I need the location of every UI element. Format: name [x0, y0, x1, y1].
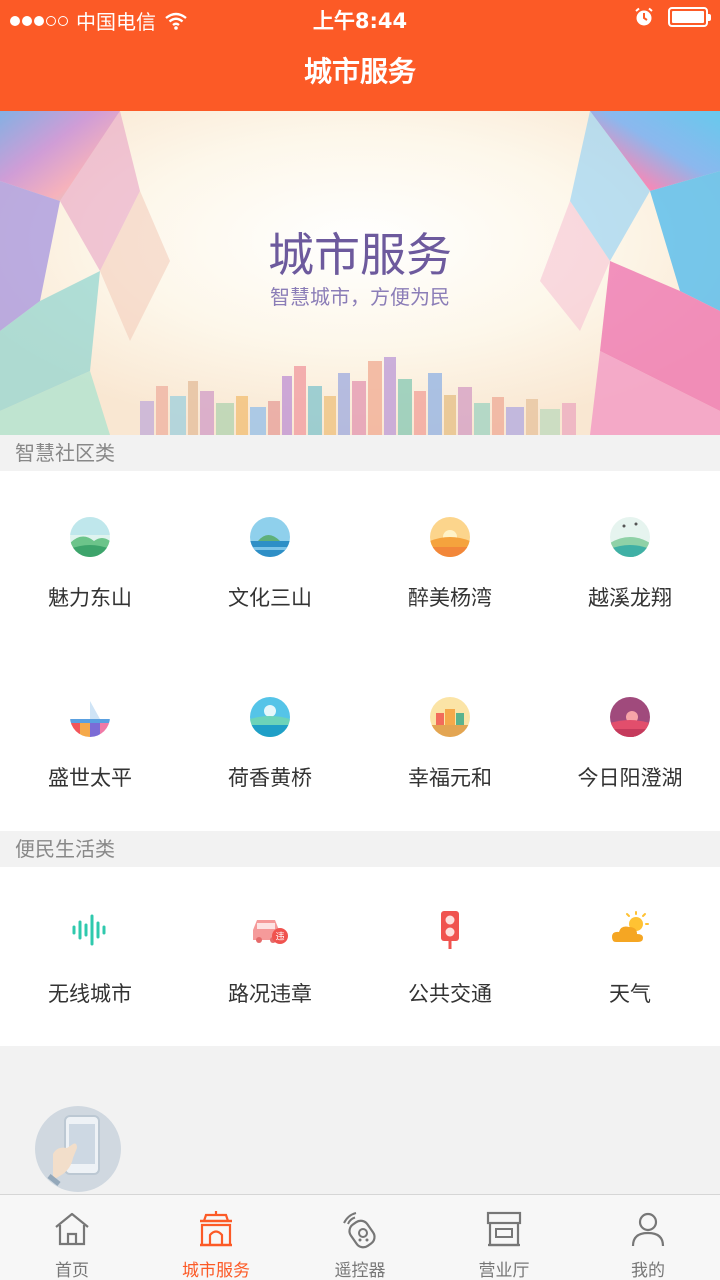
page-title: 城市服务	[303, 55, 416, 88]
service-item-shengshi-taiping[interactable]: 盛世太平	[0, 651, 180, 831]
nav-bar: 城市服务	[0, 36, 720, 111]
tab-label: 城市服务	[182, 1261, 250, 1280]
tab-bar: 首页 城市服务 遥控器 营业厅 我的	[0, 1194, 720, 1280]
community-grid: 魅力东山 文化三山 醉美杨湾 越溪龙翔 盛世太平 荷香黄桥 幸福元和 今日阳澄湖	[0, 471, 720, 831]
service-item-public-transport[interactable]: 公共交通	[360, 867, 540, 1047]
landscape-sunset-icon	[430, 517, 470, 557]
banner-subtitle: 智慧城市，方便为民	[270, 285, 450, 309]
service-item-label: 幸福元和	[408, 766, 492, 790]
service-item-hexiang-huangqiao[interactable]: 荷香黄桥	[180, 651, 360, 831]
service-item-label: 醉美杨湾	[408, 586, 492, 610]
tab-label: 首页	[55, 1261, 89, 1280]
service-item-jinri-yangchenghu[interactable]: 今日阳澄湖	[540, 651, 720, 831]
service-item-label: 荷香黄桥	[228, 766, 312, 790]
service-item-zuimei-yangwan[interactable]: 醉美杨湾	[360, 471, 540, 651]
service-item-label: 天气	[609, 982, 651, 1006]
remote-control-icon	[343, 1212, 376, 1249]
service-item-label: 魅力东山	[48, 586, 132, 610]
service-item-label: 路况违章	[228, 982, 312, 1006]
tab-store[interactable]: 营业厅	[432, 1195, 576, 1280]
service-item-label: 公共交通	[408, 982, 492, 1006]
landscape-sailboat-icon	[70, 697, 110, 737]
tab-label: 我的	[631, 1261, 665, 1280]
service-item-xingfu-yuanhe[interactable]: 幸福元和	[360, 651, 540, 831]
service-item-label: 盛世太平	[48, 766, 132, 790]
banner[interactable]: 城市服务 智慧城市，方便为民	[0, 111, 720, 435]
tab-label: 营业厅	[478, 1261, 530, 1280]
landscape-island-icon	[250, 517, 290, 557]
service-item-wireless-city[interactable]: 无线城市	[0, 867, 180, 1047]
tab-mine[interactable]: 我的	[576, 1195, 720, 1280]
section-header-community: 智慧社区类	[0, 435, 720, 471]
landscape-bridge-icon	[610, 517, 650, 557]
home-icon	[55, 1212, 89, 1246]
service-item-weather[interactable]: 天气	[540, 867, 720, 1047]
service-item-label: 越溪龙翔	[588, 586, 672, 610]
status-bar: 中国电信 上午8:44	[0, 0, 720, 36]
phone-hand-icon	[47, 1115, 100, 1186]
banner-title: 城市服务	[268, 228, 452, 282]
landscape-lake-icon	[250, 697, 290, 737]
tab-home[interactable]: 首页	[0, 1195, 144, 1280]
wifi-wave-icon	[72, 914, 106, 946]
city-gate-icon	[200, 1211, 232, 1247]
service-item-traffic-violation[interactable]: 违 路况违章	[180, 867, 360, 1047]
landscape-hills-icon	[70, 517, 110, 557]
service-item-meili-dongshan[interactable]: 魅力东山	[0, 471, 180, 651]
tab-remote[interactable]: 遥控器	[288, 1195, 432, 1280]
life-grid: 无线城市 违 路况违章 公共交通 天气	[0, 867, 720, 1046]
tab-city-service[interactable]: 城市服务	[144, 1195, 288, 1280]
landscape-town-icon	[430, 697, 470, 737]
battery-icon	[668, 7, 711, 27]
service-item-label: 无线城市	[48, 982, 132, 1006]
service-item-wenhua-sanshan[interactable]: 文化三山	[180, 471, 360, 651]
weather-icon	[612, 911, 649, 942]
service-item-yuexi-longxiang[interactable]: 越溪龙翔	[540, 471, 720, 651]
service-item-label: 今日阳澄湖	[577, 766, 683, 790]
floating-assistant-button[interactable]	[35, 1106, 121, 1192]
alarm-icon	[635, 7, 653, 26]
landscape-dusk-icon	[610, 697, 650, 737]
status-time: 上午8:44	[312, 9, 408, 33]
tab-label: 遥控器	[334, 1261, 386, 1280]
store-icon	[486, 1211, 522, 1247]
section-header-life: 便民生活类	[0, 831, 720, 867]
traffic-light-icon	[441, 911, 459, 949]
svg-text:违: 违	[275, 932, 284, 943]
service-item-label: 文化三山	[228, 586, 312, 610]
user-icon	[631, 1212, 665, 1247]
car-violation-icon: 违	[253, 920, 288, 944]
